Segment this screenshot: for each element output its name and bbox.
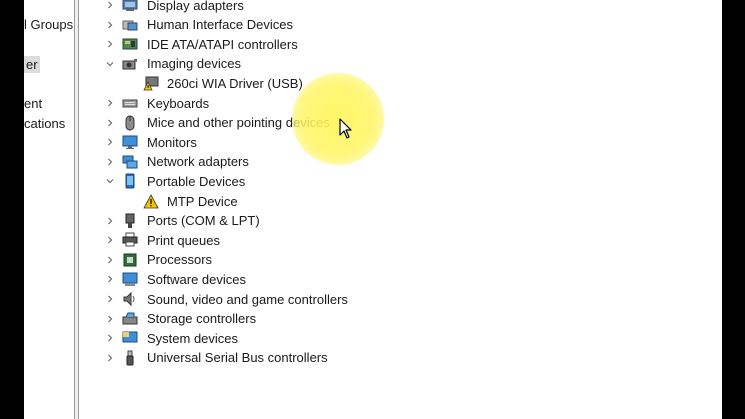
- speaker-icon: [122, 291, 138, 307]
- monitor-icon: [122, 134, 138, 150]
- tree-node-label: Display adapters: [147, 0, 244, 13]
- processor-icon: [122, 252, 138, 268]
- chevron-right-icon[interactable]: [105, 0, 115, 10]
- tree-node-label: IDE ATA/ATAPI controllers: [147, 36, 298, 52]
- tree-node-label: Ports (COM & LPT): [147, 213, 260, 229]
- tree-node-portable-devices[interactable]: Portable Devices: [80, 172, 680, 191]
- display-adapter-icon: [122, 0, 138, 13]
- tree-node-label: Processors: [147, 252, 213, 268]
- tree-node-label: 260ci WIA Driver (USB): [167, 75, 303, 91]
- console-tree-item-selected[interactable]: er: [24, 56, 40, 73]
- tree-node-label: Human Interface Devices: [147, 17, 293, 33]
- mouse-cursor-icon: [339, 118, 353, 140]
- chevron-right-icon[interactable]: [105, 98, 115, 108]
- console-tree-item[interactable]: ent: [24, 96, 42, 111]
- cursor-highlight: [292, 73, 384, 165]
- chevron-right-icon[interactable]: [105, 137, 115, 147]
- tree-node-processors[interactable]: Processors: [80, 250, 680, 269]
- chevron-right-icon[interactable]: [105, 216, 115, 226]
- tree-node-display-adapters[interactable]: Display adapters: [80, 0, 680, 15]
- usb-icon: [122, 350, 138, 366]
- pane-splitter[interactable]: [74, 0, 79, 419]
- port-icon: [122, 213, 138, 229]
- tree-node-label: Imaging devices: [147, 56, 241, 72]
- tree-node-label: Print queues: [147, 232, 220, 248]
- tree-node-network-adapters[interactable]: Network adapters: [80, 152, 680, 171]
- warning-device-icon: [143, 193, 159, 209]
- chevron-right-icon[interactable]: [105, 118, 115, 128]
- chevron-right-icon[interactable]: [105, 314, 115, 324]
- ide-controller-icon: [122, 36, 138, 52]
- tree-node-label: Sound, video and game controllers: [147, 291, 348, 307]
- warning-scanner-icon: [143, 75, 159, 91]
- console-tree-item[interactable]: l Groups: [24, 17, 73, 32]
- tree-node-system-devices[interactable]: System devices: [80, 329, 680, 348]
- tree-node-label: Portable Devices: [147, 173, 246, 189]
- chevron-right-icon[interactable]: [105, 274, 115, 284]
- device-tree: Display adapters Human Interface Devices I…: [80, 0, 722, 419]
- tree-node-label: Storage controllers: [147, 311, 257, 327]
- tree-node-label: MTP Device: [167, 193, 238, 209]
- system-device-icon: [122, 330, 138, 346]
- chevron-down-icon[interactable]: [105, 59, 115, 69]
- tree-node-sound-video-and-game-controllers[interactable]: Sound, video and game controllers: [80, 290, 680, 309]
- mouse-icon: [122, 115, 138, 131]
- chevron-right-icon[interactable]: [105, 157, 115, 167]
- console-tree-item[interactable]: cations: [24, 116, 65, 131]
- tree-node-label: System devices: [147, 330, 239, 346]
- tree-node-software-devices[interactable]: Software devices: [80, 270, 680, 289]
- chevron-right-icon[interactable]: [105, 39, 115, 49]
- console-tree-item-label: er: [26, 57, 38, 72]
- console-tree-item-label: ent: [24, 96, 43, 111]
- chevron-right-icon[interactable]: [105, 333, 115, 343]
- network-icon: [122, 154, 138, 170]
- tree-node-imaging-devices[interactable]: Imaging devices: [80, 54, 680, 73]
- tree-node-label: Keyboards: [147, 95, 210, 111]
- device-manager-window: l Groups er ent cations Display adapters…: [24, 0, 722, 419]
- chevron-right-icon[interactable]: [105, 235, 115, 245]
- tree-node-storage-controllers[interactable]: Storage controllers: [80, 309, 680, 328]
- tree-node-260ci-wia-driver-usb[interactable]: 260ci WIA Driver (USB): [80, 74, 680, 93]
- chevron-right-icon[interactable]: [105, 255, 115, 265]
- camera-icon: [122, 56, 138, 72]
- tree-node-human-interface-devices[interactable]: Human Interface Devices: [80, 15, 680, 34]
- window-edge: [722, 0, 745, 419]
- console-tree-pane: l Groups er ent cations: [24, 0, 74, 419]
- tree-node-label: Software devices: [147, 271, 246, 287]
- tree-node-ports-com-lpt[interactable]: Ports (COM & LPT): [80, 211, 680, 230]
- chevron-right-icon[interactable]: [105, 20, 115, 30]
- tree-node-mtp-device[interactable]: MTP Device: [80, 192, 680, 211]
- software-device-icon: [122, 271, 138, 287]
- printer-icon: [122, 232, 138, 248]
- tree-node-print-queues[interactable]: Print queues: [80, 231, 680, 250]
- portable-device-icon: [122, 173, 138, 189]
- tree-node-label: Monitors: [147, 134, 197, 150]
- tree-node-universal-serial-bus-controllers[interactable]: Universal Serial Bus controllers: [80, 348, 680, 367]
- console-tree-item-label: cations: [24, 116, 66, 131]
- tree-node-ide-ata-atapi-controllers[interactable]: IDE ATA/ATAPI controllers: [80, 35, 680, 54]
- chevron-down-icon[interactable]: [105, 176, 115, 186]
- keyboard-icon: [122, 95, 138, 111]
- tree-node-label: Universal Serial Bus controllers: [147, 350, 328, 366]
- chevron-right-icon[interactable]: [105, 294, 115, 304]
- tree-node-label: Network adapters: [147, 154, 249, 170]
- console-tree-item-label: l Groups: [24, 17, 74, 32]
- storage-icon: [122, 311, 138, 327]
- chevron-right-icon[interactable]: [105, 353, 115, 363]
- hid-icon: [122, 17, 138, 33]
